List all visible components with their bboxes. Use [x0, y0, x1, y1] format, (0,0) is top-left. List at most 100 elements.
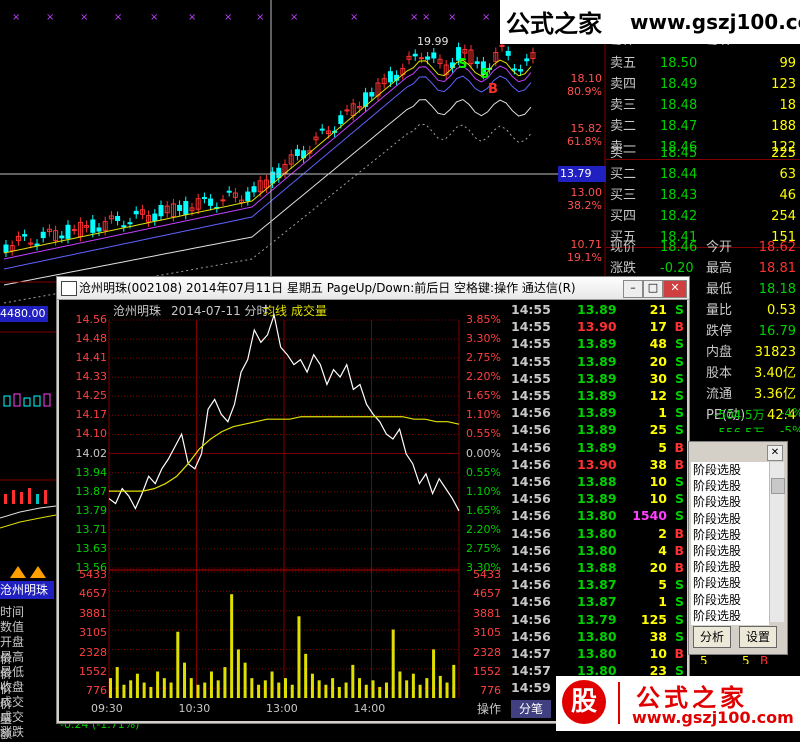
minimize-button[interactable]: – — [623, 280, 643, 298]
tab-operate[interactable]: 操作 — [469, 700, 509, 718]
pct-tick: 2.75% — [466, 541, 501, 555]
volume-bar — [183, 662, 187, 698]
tick-volume: 38 — [649, 456, 667, 472]
tick-price: 13.89 — [577, 353, 617, 369]
candle-body — [431, 52, 437, 59]
tick-direction: S — [674, 405, 684, 421]
buy-label: 买三 — [610, 188, 637, 203]
volume-bar — [196, 684, 200, 698]
tick-price: 13.90 — [577, 319, 617, 335]
tick-price: 13.88 — [577, 560, 617, 575]
orderbook-buy-row: 买三 18.43 46 — [606, 185, 800, 206]
popup-titlebar[interactable]: 沧州明珠(002108) 2014年07月11日 星期五 PageUp/Down… — [57, 277, 689, 300]
tick-direction: S — [674, 474, 684, 489]
stat-label-2: 内盘 — [706, 345, 733, 360]
price-tick: 14.02 — [75, 446, 108, 460]
logo-top-cn: 公式之家 — [506, 10, 602, 38]
volume-bar — [284, 678, 287, 698]
tick-volume: 5 — [658, 577, 667, 593]
tick-row: 14:56 13.88 10 S — [509, 473, 687, 490]
signal-markers: × × × × × × × × × × × × × × — [12, 12, 490, 23]
signal-s-2: S — [480, 67, 490, 82]
dialog-scrollbar[interactable] — [769, 462, 785, 622]
buy-volume: 46 — [779, 188, 796, 203]
volume-bar — [411, 673, 415, 698]
tick-direction: S — [674, 336, 684, 352]
volume-tick: 776 — [480, 684, 501, 698]
pct-tick: 0.00% — [466, 446, 501, 460]
left-stock-badge: 沧州明珠 — [0, 581, 54, 599]
intraday-popup-window[interactable]: 沧州明珠(002108) 2014年07月11日 星期五 PageUp/Down… — [56, 276, 690, 724]
volume-bar — [109, 678, 112, 698]
dialog-list-item[interactable]: 阶段选股 — [691, 462, 769, 479]
volume-bar — [257, 684, 261, 698]
maximize-button[interactable]: □ — [643, 280, 663, 298]
dialog-list-item[interactable]: 阶段选股 — [691, 478, 769, 496]
tab-ticks[interactable]: 分笔 — [511, 700, 551, 718]
tick-price: 13.87 — [577, 594, 617, 610]
stat-label-2: 股本 — [706, 366, 733, 381]
volume-bar — [425, 678, 429, 698]
volume-tick: 5433 — [79, 568, 107, 581]
stat-value-2: 18.18 — [758, 282, 796, 297]
volume-bar — [371, 680, 375, 698]
x-marker: × — [150, 12, 158, 23]
volume-bar — [324, 684, 328, 698]
tick-time: 14:56 — [511, 474, 551, 489]
dialog-close-button[interactable]: ✕ — [767, 445, 783, 461]
volume-bar — [384, 682, 388, 698]
sell-label: 卖四 — [610, 77, 637, 92]
time-tick: 09:30 — [91, 702, 123, 715]
tick-row: 14:56 13.80 2 B — [509, 525, 687, 542]
left-indicator-yellow — [0, 514, 57, 529]
candlesticks — [3, 40, 536, 257]
candle-body — [28, 242, 34, 245]
logo-bottom-icon: 股 — [562, 680, 606, 724]
tick-volume: 10 — [649, 491, 667, 507]
stat-label-2: 最低 — [706, 282, 733, 297]
x-marker: × — [422, 12, 430, 23]
price-level-4: 10.71 19.1% — [567, 238, 602, 264]
buy-label: 买四 — [610, 209, 637, 224]
watermark-logo-top: 公式之家 www.gszj100.com — [500, 0, 800, 44]
volume-bar — [162, 678, 166, 698]
price-tick: 14.10 — [75, 427, 108, 441]
tick-volume: 17 — [649, 319, 667, 335]
tick-row: 14:55 13.89 21 S — [509, 301, 687, 318]
tick-direction: B — [674, 319, 684, 335]
candle-body — [121, 225, 127, 228]
intraday-chart[interactable] — [59, 300, 509, 720]
candle-body — [3, 244, 9, 253]
scroll-thumb[interactable] — [771, 478, 785, 494]
candle-body — [412, 53, 418, 57]
tick-list[interactable]: 14:55 13.89 21 S 14:55 13.90 17 B 14:55 13.89 48 S 1… — [509, 300, 687, 699]
dialog-list-item[interactable]: 阶段选股 — [691, 575, 769, 593]
close-button[interactable]: ✕ — [663, 280, 687, 298]
dialog-list-item[interactable]: 阶段选股 — [691, 543, 769, 560]
tick-direction: S — [674, 388, 684, 403]
candle-body — [71, 229, 77, 232]
settings-button[interactable]: 设置 — [739, 626, 777, 648]
dialog-list-item[interactable]: 阶段选股 — [691, 607, 769, 625]
tick-time: 14:56 — [511, 491, 551, 507]
tick-volume: 38 — [649, 628, 667, 644]
stat-label-2: 今开 — [706, 240, 733, 255]
dialog-list-item[interactable]: 阶段选股 — [691, 526, 769, 544]
x-marker: × — [46, 12, 54, 23]
tick-direction: B — [674, 525, 684, 541]
stat-label-2: 跌停 — [706, 324, 733, 339]
analyze-button[interactable]: 分析 — [693, 626, 731, 648]
sell-price: 18.49 — [660, 77, 698, 92]
dialog-list-item[interactable]: 阶段选股 — [691, 591, 769, 609]
tick-direction: S — [674, 302, 684, 317]
dialog-list-item[interactable]: 阶段选股 — [691, 510, 769, 528]
candle-body — [158, 205, 164, 217]
dialog-list-item[interactable]: 阶段选股 — [691, 494, 769, 512]
volume-bar — [364, 684, 368, 698]
candle-body — [226, 190, 232, 193]
pct-tick: 0.55% — [466, 427, 501, 441]
volume-tick: 4657 — [473, 587, 501, 601]
stock-selection-dialog[interactable]: ✕ 阶段选股 阶段选股 阶段选股 阶段选股 阶段选股 阶段选股 阶段选股 阶段选股 阶段选股 阶段… — [688, 441, 788, 655]
sell-volume: 188 — [771, 119, 796, 134]
dialog-list-item[interactable]: 阶段选股 — [691, 559, 769, 577]
